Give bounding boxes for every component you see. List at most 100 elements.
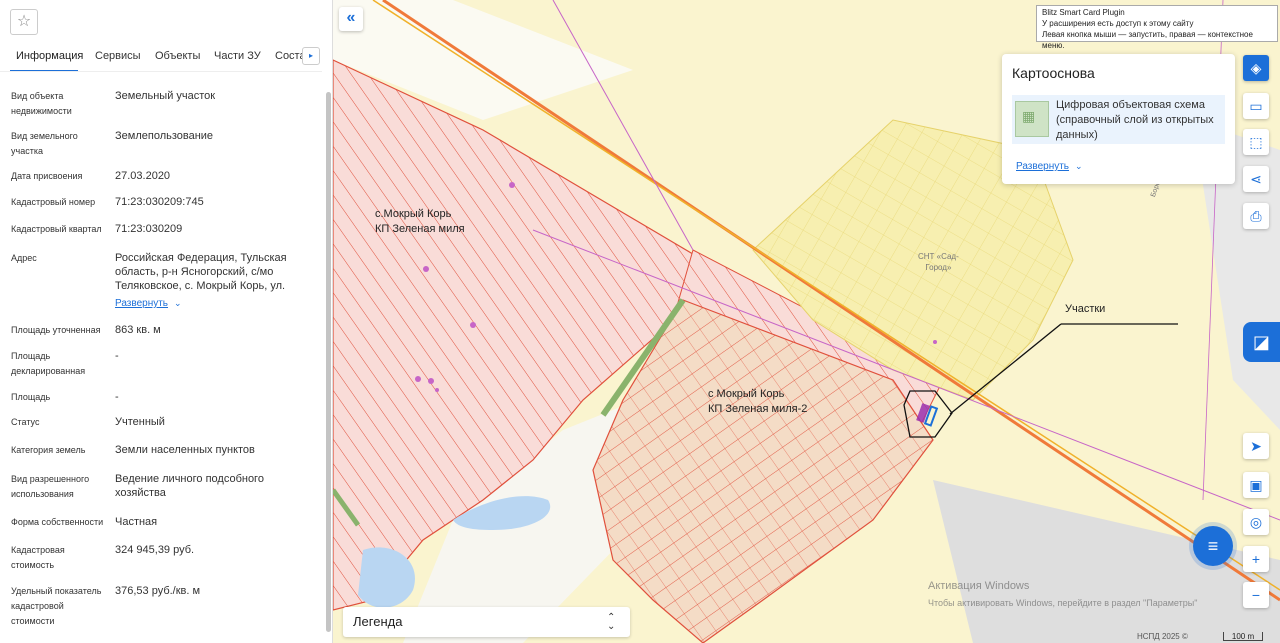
field-label: Адрес bbox=[11, 253, 37, 263]
map-label-line: СНТ «Сад- bbox=[918, 252, 959, 261]
plugin-hint-text: Левая кнопка мыши — запустить, правая — … bbox=[1042, 30, 1253, 50]
field-value: Учтенный bbox=[115, 416, 165, 428]
field-value: 71:23:030209 bbox=[115, 223, 183, 235]
basemap-option[interactable]: ▦ Цифровая объектовая схема (справочный … bbox=[1012, 95, 1225, 144]
field-value: 376,53 руб./кв. м bbox=[115, 585, 201, 597]
panel-scrollbar[interactable] bbox=[326, 92, 331, 632]
side-panel-tab[interactable]: ◪ bbox=[1243, 322, 1280, 362]
field-value: Ведение личного подсобного хозяйства bbox=[115, 473, 264, 499]
windows-activation-watermark: Активация Windows bbox=[928, 580, 1030, 592]
map-attribution: НСПД 2025 © bbox=[1137, 632, 1188, 641]
field-label: Площадь уточненная bbox=[11, 325, 101, 335]
measure-button[interactable]: ▭ bbox=[1243, 93, 1269, 119]
windows-activation-hint: Чтобы активировать Windows, перейдите в … bbox=[928, 598, 1198, 608]
plugin-access-text: У расширения есть доступ к этому сайту bbox=[1042, 19, 1194, 28]
select-area-icon: ⬚ bbox=[1249, 134, 1263, 150]
field-value: - bbox=[115, 350, 119, 362]
point-marker bbox=[415, 376, 421, 382]
ruler-icon: ▭ bbox=[1249, 98, 1263, 114]
map-label: с.Мокрый Корь КП Зеленая миля bbox=[375, 207, 465, 237]
basemap-title: Картооснова bbox=[1012, 65, 1095, 81]
basemap-expand-link[interactable]: Развернуть ⌄ bbox=[1016, 161, 1083, 172]
zoom-in-button[interactable]: + bbox=[1243, 546, 1269, 572]
location-pin-icon: ◎ bbox=[1249, 514, 1263, 530]
map-label-snt: СНТ «Сад- Город» bbox=[918, 251, 959, 273]
chat-button[interactable]: ≡ bbox=[1193, 526, 1233, 566]
layers-button[interactable]: ◈ bbox=[1243, 55, 1269, 81]
address-value: Российская Федерация, Тульская область, … bbox=[115, 252, 287, 292]
map-label-line: КП Зеленая миля-2 bbox=[708, 403, 808, 415]
field-label: Удельный показатель кадастровой стоимост… bbox=[11, 586, 102, 626]
field-label: Кадастровая стоимость bbox=[11, 545, 65, 570]
tabs-scroll-right-icon[interactable]: ▸ bbox=[302, 47, 320, 65]
field-value: Землепользование bbox=[115, 130, 214, 142]
chat-icon: ≡ bbox=[1207, 536, 1219, 556]
field-value: Частная bbox=[115, 516, 158, 528]
map-label-line: с.Мокрый Корь bbox=[375, 208, 452, 220]
location-pin-button[interactable]: ◎ bbox=[1243, 509, 1269, 535]
geolocation-button[interactable]: ➤ bbox=[1243, 433, 1269, 459]
active-tab-indicator bbox=[10, 70, 78, 71]
field-label: Вид объекта недвижимости bbox=[11, 91, 72, 116]
favorite-star-icon[interactable]: ☆ bbox=[10, 9, 38, 35]
plus-icon: + bbox=[1251, 551, 1261, 567]
minus-icon: − bbox=[1251, 587, 1261, 603]
tab-info[interactable]: Информация bbox=[16, 50, 83, 62]
tab-services[interactable]: Сервисы bbox=[95, 50, 141, 62]
select-area-button[interactable]: ⬚ bbox=[1243, 129, 1269, 155]
info-tabs: Информация Сервисы Объекты Части ЗУ Сост… bbox=[0, 42, 322, 72]
address-expand-label: Развернуть bbox=[115, 298, 169, 309]
field-value: 863 кв. м bbox=[115, 324, 161, 336]
map-label-parcels: Участки bbox=[1065, 303, 1106, 315]
chevron-down-icon: ⌄ bbox=[174, 298, 182, 308]
point-marker bbox=[435, 388, 439, 392]
basemap-card: Картооснова ▦ Цифровая объектовая схема … bbox=[1002, 54, 1235, 184]
field-label: Площадь декларированная bbox=[11, 351, 86, 376]
field-label: Форма собственности bbox=[11, 517, 104, 527]
tab-objects[interactable]: Объекты bbox=[155, 50, 200, 62]
point-marker bbox=[423, 266, 429, 272]
field-label: Вид разрешенного использования bbox=[11, 474, 90, 499]
point-marker bbox=[470, 322, 476, 328]
field-value: 324 945,39 руб. bbox=[115, 544, 195, 556]
point-marker bbox=[509, 182, 515, 188]
field-value: Земельный участок bbox=[115, 90, 216, 102]
point-marker bbox=[428, 378, 434, 384]
tab-parts[interactable]: Части ЗУ bbox=[214, 50, 261, 62]
plugin-notification[interactable]: Blitz Smart Card Plugin У расширения ест… bbox=[1036, 5, 1278, 50]
legend-dropdown[interactable]: Легенда ⌃ ⌄ bbox=[343, 607, 630, 637]
updown-chevron-icon: ⌃ ⌄ bbox=[607, 612, 616, 632]
tab-composition[interactable]: Соста bbox=[275, 50, 306, 62]
collapse-panel-button[interactable]: « bbox=[339, 7, 363, 31]
field-label: Вид земельного участка bbox=[11, 131, 78, 156]
legend-label: Легенда bbox=[353, 614, 403, 629]
map-label-line: с Мокрый Корь bbox=[708, 388, 785, 400]
chevron-down-icon: ⌄ bbox=[1075, 161, 1083, 171]
share-button[interactable]: ⋖ bbox=[1243, 166, 1269, 192]
minimap-icon: ▣ bbox=[1249, 477, 1263, 493]
field-value: - bbox=[115, 391, 119, 403]
navigation-arrow-icon: ➤ bbox=[1250, 438, 1262, 454]
point-marker bbox=[933, 340, 937, 344]
field-label: Дата присвоения bbox=[11, 171, 83, 181]
object-info-panel: ☆ Информация Сервисы Объекты Части ЗУ Со… bbox=[0, 0, 333, 643]
basemap-expand-label: Развернуть bbox=[1016, 161, 1070, 172]
layers-icon: ◈ bbox=[1250, 60, 1262, 76]
basemap-thumbnail: ▦ bbox=[1015, 101, 1049, 137]
map-label-line: Город» bbox=[925, 263, 952, 272]
field-label: Статус bbox=[11, 417, 40, 427]
map-layer-icon: ▦ bbox=[1022, 108, 1036, 124]
field-value: 71:23:030209:745 bbox=[115, 196, 204, 208]
share-icon: ⋖ bbox=[1250, 171, 1262, 187]
field-label: Площадь bbox=[11, 392, 51, 402]
field-value: Земли населенных пунктов bbox=[115, 444, 255, 456]
print-icon: ⎙ bbox=[1250, 208, 1262, 224]
basemap-option-label: Цифровая объектовая схема (справочный сл… bbox=[1056, 99, 1214, 141]
scale-bar: 100 m bbox=[1223, 632, 1263, 641]
minimap-button[interactable]: ▣ bbox=[1243, 472, 1269, 498]
zoom-out-button[interactable]: − bbox=[1243, 582, 1269, 608]
map-label-line: КП Зеленая миля bbox=[375, 223, 465, 235]
print-button[interactable]: ⎙ bbox=[1243, 203, 1269, 229]
field-value: 27.03.2020 bbox=[115, 170, 171, 182]
address-expand-link[interactable]: Развернуть ⌄ bbox=[115, 298, 182, 309]
